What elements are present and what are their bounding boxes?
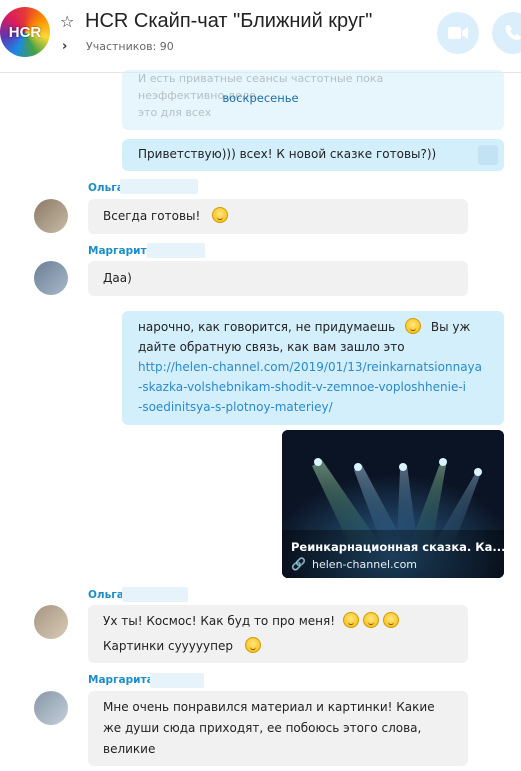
avatar[interactable] <box>34 691 68 725</box>
smile-emoji-icon <box>382 612 399 628</box>
chevron-right-icon[interactable]: › <box>62 39 67 54</box>
day-separator: воскресенье <box>222 91 299 105</box>
message-bubble-incoming[interactable]: Мне очень понравился материал и картинки… <box>88 691 468 766</box>
faded-line-3: это для всех <box>138 106 212 119</box>
video-call-button[interactable] <box>437 12 479 54</box>
logo-text: HCR <box>8 23 42 41</box>
message-bubble-incoming[interactable]: Даа) <box>88 261 468 296</box>
preview-domain: helen-channel.com <box>312 558 418 571</box>
message-bubble-outgoing[interactable]: Приветствую))) всех! К новой сказке гото… <box>122 139 504 171</box>
redacted-name <box>150 673 204 688</box>
phone-icon <box>505 25 521 40</box>
faded-line-1: И есть приватные сеансы частотные пока <box>138 72 384 85</box>
sender-name[interactable]: Маргарита <box>88 674 154 686</box>
message-bubble-incoming[interactable]: Всегда готовы! <box>88 199 468 234</box>
smile-emoji-icon <box>244 637 261 653</box>
preview-title: Реинкарнационная сказка. Ка... <box>291 540 504 554</box>
message-text: Ух ты! Космос! Как буд то про меня! <box>103 614 336 628</box>
message-link[interactable]: -skazka-volshebnikam-shodit-v-zemnoe-vop… <box>138 377 466 398</box>
chat-header: HCR ☆ HCR Скайп-чат "Ближний круг" › Уча… <box>0 0 521 73</box>
redacted-name <box>147 243 205 258</box>
sender-name[interactable]: Ольга <box>88 182 124 194</box>
message-text: Вы уж <box>430 320 471 334</box>
smile-emoji-icon <box>212 207 229 223</box>
star-icon[interactable]: ☆ <box>60 12 74 31</box>
message-text: нарочно, как говорится, не придумаешь <box>138 320 396 334</box>
message-link[interactable]: -soedinitsya-s-plotnoy-materiey/ <box>138 397 333 418</box>
audio-call-button[interactable] <box>492 12 521 54</box>
message-text: великие <box>103 742 156 756</box>
avatar[interactable] <box>34 199 68 233</box>
smile-emoji-icon <box>342 612 359 628</box>
group-avatar[interactable]: HCR <box>0 7 50 57</box>
thinking-emoji-icon <box>405 318 422 334</box>
sender-name[interactable]: Маргарита <box>88 245 154 257</box>
message-text: Картинки сууууупер <box>103 639 233 653</box>
message-text: Даа) <box>103 271 132 285</box>
message-link[interactable]: http://helen-channel.com/2019/01/13/rein… <box>138 357 482 378</box>
sender-name[interactable]: Ольга <box>88 589 124 601</box>
redacted-name <box>120 179 198 194</box>
chat-title[interactable]: HCR Скайп-чат "Ближний круг" <box>85 10 372 33</box>
message-text: же души сюда приходят, ее побоюсь этого … <box>103 721 422 735</box>
link-preview-card[interactable]: Реинкарнационная сказка. Ка... 🔗 helen-c… <box>282 430 504 578</box>
message-text: Приветствую))) всех! К новой сказке гото… <box>138 147 437 161</box>
message-text: дайте обратную связь, как вам зашло это <box>138 340 405 354</box>
message-text: Всегда готовы! <box>103 209 201 223</box>
participants-count[interactable]: Участников: 90 <box>86 40 174 53</box>
avatar[interactable] <box>34 261 68 295</box>
link-icon: 🔗 <box>291 557 306 571</box>
video-camera-icon <box>448 27 468 39</box>
avatar[interactable] <box>34 605 68 639</box>
preview-image <box>282 430 504 578</box>
heart-eyes-emoji-icon <box>362 612 379 628</box>
message-bubble-incoming[interactable]: Ух ты! Космос! Как буд то про меня! Карт… <box>88 605 468 663</box>
message-text: Мне очень понравился материал и картинки… <box>103 700 435 714</box>
message-bubble-outgoing[interactable]: нарочно, как говорится, не придумаешь Вы… <box>122 311 504 425</box>
read-status-icon <box>478 145 498 165</box>
redacted-name <box>122 587 188 602</box>
